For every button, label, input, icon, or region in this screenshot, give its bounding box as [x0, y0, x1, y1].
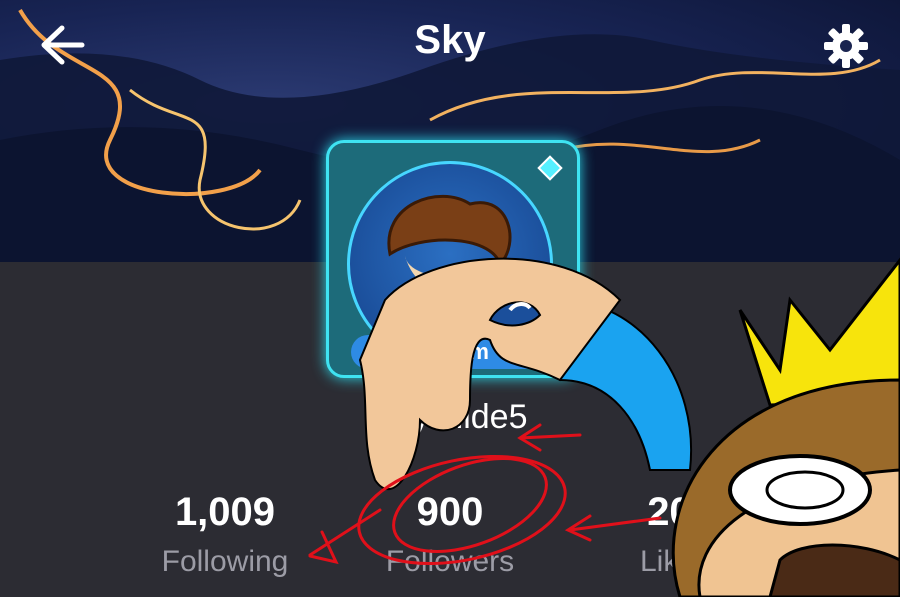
username: SkyGlide5	[372, 398, 528, 436]
page-title: Sky	[414, 18, 486, 62]
likes-count: 20,	[647, 490, 703, 534]
avatar-frame[interactable]: He/Him	[326, 140, 580, 378]
profile-screen: Sky He/Him SkyGlide5 1,009 Following 900…	[0, 0, 900, 597]
following-label: Following	[161, 545, 289, 578]
following-stat[interactable]: 1,009 Following	[140, 490, 310, 582]
settings-button[interactable]	[820, 20, 872, 72]
pronoun-badge: He/Him	[351, 335, 551, 369]
gear-icon	[824, 24, 868, 68]
followers-count: 900	[416, 490, 484, 534]
following-count: 1,009	[174, 490, 276, 534]
likes-label: Likes	[639, 545, 711, 578]
followers-label: Followers	[385, 545, 515, 578]
likes-stat[interactable]: 20, Likes	[600, 490, 750, 582]
diamond-icon	[537, 155, 563, 181]
followers-stat[interactable]: 900 Followers	[370, 490, 530, 582]
